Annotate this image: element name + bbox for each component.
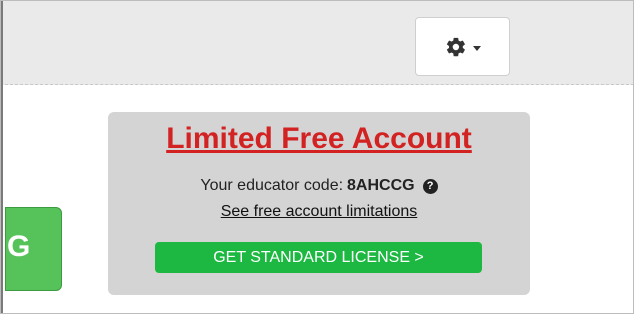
window-frame [0,0,634,314]
